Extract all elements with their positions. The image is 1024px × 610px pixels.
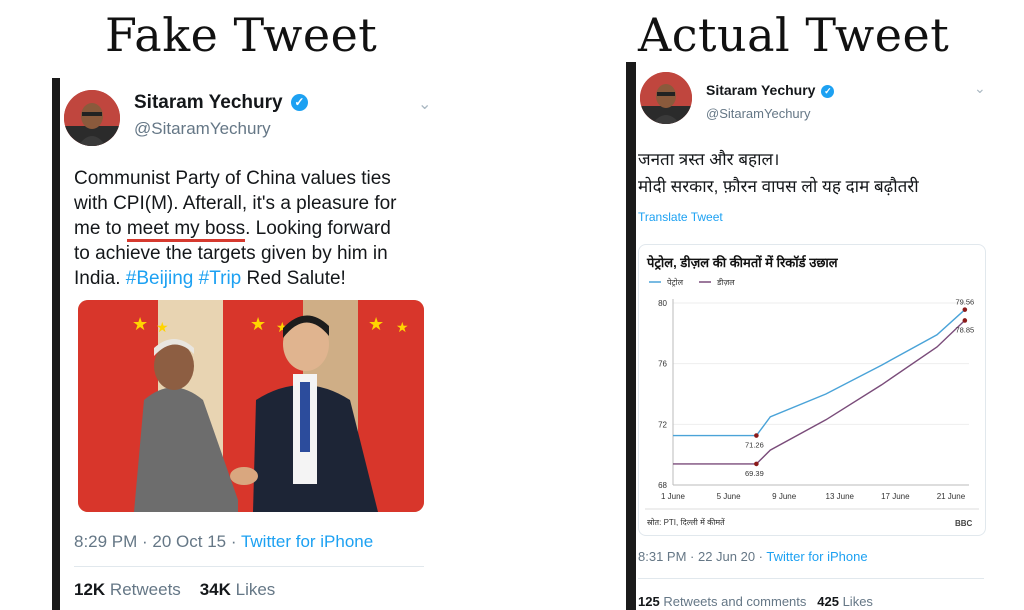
- svg-text:★: ★: [368, 314, 384, 334]
- likes-label[interactable]: Likes: [236, 580, 276, 599]
- retweets-count[interactable]: 125: [638, 594, 660, 609]
- retweets-count[interactable]: 12K: [74, 580, 105, 599]
- svg-text:★: ★: [132, 314, 148, 334]
- tweet-timestamp: 8:29 PM · 20 Oct 15 · Twitter for iPhone: [74, 532, 373, 552]
- data-point: [754, 461, 759, 467]
- retweets-label[interactable]: Retweets and comments: [663, 594, 806, 609]
- data-point: [962, 307, 968, 312]
- svg-text:★: ★: [156, 319, 169, 335]
- profile-photo-icon: [640, 72, 692, 124]
- translate-tweet-link[interactable]: Translate Tweet: [638, 210, 723, 224]
- timestamp-text[interactable]: 8:31 PM · 22 Jun 20 ·: [638, 549, 766, 564]
- avatar[interactable]: [64, 90, 120, 146]
- x-tick-label: 5 June: [717, 492, 742, 501]
- author-name-text[interactable]: Sitaram Yechury: [706, 82, 815, 98]
- fake-panel-border: [52, 78, 60, 610]
- fake-tweet-panel: Sitaram Yechury ✓ @SitaramYechury ⌄ Comm…: [60, 78, 458, 610]
- likes-label[interactable]: Likes: [843, 594, 873, 609]
- timestamp-text[interactable]: 8:29 PM · 20 Oct 15 ·: [74, 532, 241, 551]
- author-handle[interactable]: @SitaramYechury: [706, 106, 810, 121]
- tweet-line: मोदी सरकार, फ़ौरन वापस लो यह दाम बढ़ौतरी: [638, 177, 919, 196]
- data-label: 78.85: [955, 325, 974, 334]
- fake-tweet-heading: Fake Tweet: [105, 8, 378, 62]
- hashtag-link[interactable]: #Beijing: [126, 268, 194, 289]
- chart-card[interactable]: पेट्रोल, डीज़ल की कीमतों में रिकॉर्ड उछा…: [638, 244, 986, 536]
- verified-badge-icon: ✓: [290, 94, 308, 112]
- tweet-stats: 12K Retweets 34K Likes: [74, 580, 275, 600]
- data-label: 79.56: [955, 298, 974, 307]
- author-name[interactable]: Sitaram Yechury ✓: [134, 92, 308, 114]
- chevron-down-icon[interactable]: ⌄: [418, 94, 431, 114]
- data-label: 69.39: [745, 469, 764, 478]
- y-tick-label: 76: [658, 360, 667, 369]
- tweet-line: me to meet my boss. Looking forward: [74, 216, 454, 242]
- y-tick-label: 72: [658, 420, 667, 429]
- divider: [74, 566, 424, 567]
- series-line-0: [673, 309, 966, 437]
- tweet-text: जनता त्रस्त और बहाल। मोदी सरकार, फ़ौरन व…: [638, 146, 998, 200]
- x-tick-label: 9 June: [772, 492, 797, 501]
- x-tick-label: 1 June: [661, 492, 686, 501]
- svg-text:★: ★: [250, 314, 266, 334]
- tweet-photo[interactable]: ★ ★ ★ ★ ★ ★: [78, 300, 424, 512]
- author-name[interactable]: Sitaram Yechury ✓: [706, 82, 835, 98]
- tweet-line-part: India.: [74, 268, 126, 289]
- highlighted-phrase: meet my boss: [126, 218, 246, 242]
- actual-tweet-heading: Actual Tweet: [638, 8, 950, 62]
- tweet-line-part: Red Salute!: [241, 268, 346, 289]
- tweet-text: Communist Party of China values ties wit…: [74, 166, 454, 291]
- svg-text:★: ★: [396, 319, 409, 335]
- divider: [638, 578, 984, 579]
- handshake-photo-icon: ★ ★ ★ ★ ★ ★: [78, 300, 424, 512]
- price-chart: पेट्रोल, डीज़ल की कीमतों में रिकॉर्ड उछा…: [645, 255, 979, 528]
- actual-tweet-panel: Sitaram Yechury ✓ @SitaramYechury ⌄ जनता…: [636, 62, 1000, 610]
- author-name-text[interactable]: Sitaram Yechury: [134, 92, 283, 113]
- series-line-1: [673, 319, 966, 465]
- tweet-line: जनता त्रस्त और बहाल।: [638, 150, 780, 169]
- avatar[interactable]: [640, 72, 692, 124]
- chart-title: पेट्रोल, डीज़ल की कीमतों में रिकॉर्ड उछा…: [646, 255, 839, 271]
- legend-diesel-label: डीज़ल: [716, 277, 735, 287]
- tweet-line-part: . Looking forward: [245, 218, 391, 239]
- x-tick-label: 21 June: [937, 492, 966, 501]
- tweet-line-part: me to: [74, 218, 127, 239]
- y-tick-label: 80: [658, 299, 667, 308]
- hashtag-link[interactable]: #Trip: [199, 268, 242, 289]
- source-link[interactable]: Twitter for iPhone: [241, 532, 373, 551]
- bbc-logo: BBC: [955, 519, 973, 528]
- verified-badge-icon: ✓: [821, 84, 835, 98]
- chart-source: स्रोत: PTI, दिल्ली में कीमतें: [647, 517, 725, 527]
- author-handle[interactable]: @SitaramYechury: [134, 119, 271, 139]
- x-tick-label: 13 June: [826, 492, 855, 501]
- chevron-down-icon[interactable]: ⌄: [974, 80, 986, 97]
- tweet-line: with CPI(M). Afterall, it's a pleasure f…: [74, 193, 397, 214]
- y-tick-label: 68: [658, 481, 667, 490]
- retweets-label[interactable]: Retweets: [110, 580, 181, 599]
- legend-petrol-label: पेट्रोल: [667, 277, 684, 287]
- tweet-line: to achieve the targets given by him in: [74, 243, 388, 264]
- x-tick-label: 17 June: [881, 492, 910, 501]
- tweet-stats: 125 Retweets and comments 425 Likes: [638, 594, 873, 609]
- tweet-line: India. #Beijing #Trip Red Salute!: [74, 266, 454, 291]
- profile-photo-icon: [64, 90, 120, 146]
- data-point: [754, 433, 759, 438]
- likes-count[interactable]: 425: [817, 594, 839, 609]
- likes-count[interactable]: 34K: [200, 580, 231, 599]
- tweet-line: Communist Party of China values ties: [74, 168, 391, 189]
- data-point: [962, 318, 968, 323]
- actual-panel-border: [626, 62, 636, 610]
- tweet-timestamp: 8:31 PM · 22 Jun 20 · Twitter for iPhone: [638, 549, 868, 564]
- data-label: 71.26: [745, 441, 764, 450]
- source-link[interactable]: Twitter for iPhone: [766, 549, 867, 564]
